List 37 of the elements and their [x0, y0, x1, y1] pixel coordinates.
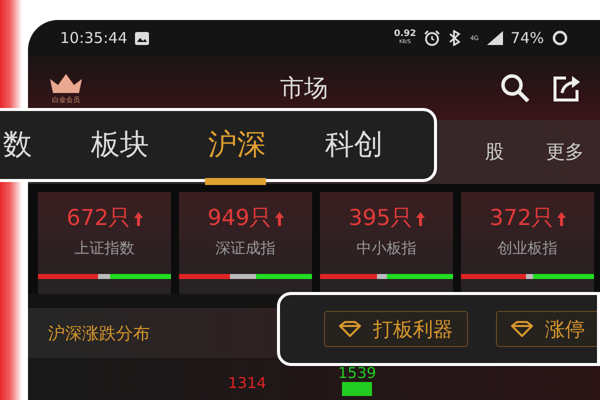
- battery-percent: 74%: [510, 29, 544, 47]
- index-name: 中小板指: [356, 238, 416, 258]
- ring-icon: [552, 30, 568, 46]
- up-arrow-icon: [416, 212, 424, 226]
- bluetooth-icon: [448, 30, 462, 46]
- tool-button[interactable]: 打板利器: [324, 311, 468, 347]
- signal-icon: [486, 31, 503, 45]
- image-icon: [135, 32, 150, 44]
- rise-count: 949只: [208, 206, 272, 232]
- page-title: 市场: [279, 73, 329, 104]
- tab-underline: [205, 178, 266, 185]
- distribution-count: 1539: [338, 364, 376, 382]
- category-tab[interactable]: 沪深: [205, 108, 266, 182]
- category-tab[interactable]: 板块: [88, 108, 149, 182]
- index-name: 深证成指: [216, 238, 276, 258]
- distribution-count: 1314: [228, 374, 266, 392]
- share-icon[interactable]: [552, 74, 582, 102]
- status-time: 10:35:44: [60, 29, 128, 47]
- tool-button[interactable]: 涨停: [496, 311, 597, 347]
- index-name: 上证指数: [74, 238, 134, 258]
- network-speed: 0.92: [394, 30, 416, 38]
- category-tab[interactable]: 科创: [322, 108, 383, 182]
- diamond-icon: [511, 321, 533, 337]
- market-tab[interactable]: 股: [485, 139, 504, 165]
- up-arrow-icon: [556, 212, 566, 226]
- market-tab[interactable]: 更多: [546, 139, 584, 165]
- alarm-icon: [424, 30, 440, 46]
- rise-count: 372只: [490, 206, 554, 232]
- search-icon[interactable]: [500, 73, 530, 103]
- diamond-icon: [339, 321, 361, 337]
- up-arrow-icon: [134, 212, 142, 226]
- section-title: 沪深涨跌分布: [48, 322, 150, 344]
- rise-count: 672只: [66, 206, 130, 232]
- up-arrow-icon: [274, 212, 284, 226]
- category-tab[interactable]: 数: [0, 108, 32, 182]
- rise-count: 395只: [348, 206, 412, 232]
- index-name: 创业板指: [498, 238, 558, 258]
